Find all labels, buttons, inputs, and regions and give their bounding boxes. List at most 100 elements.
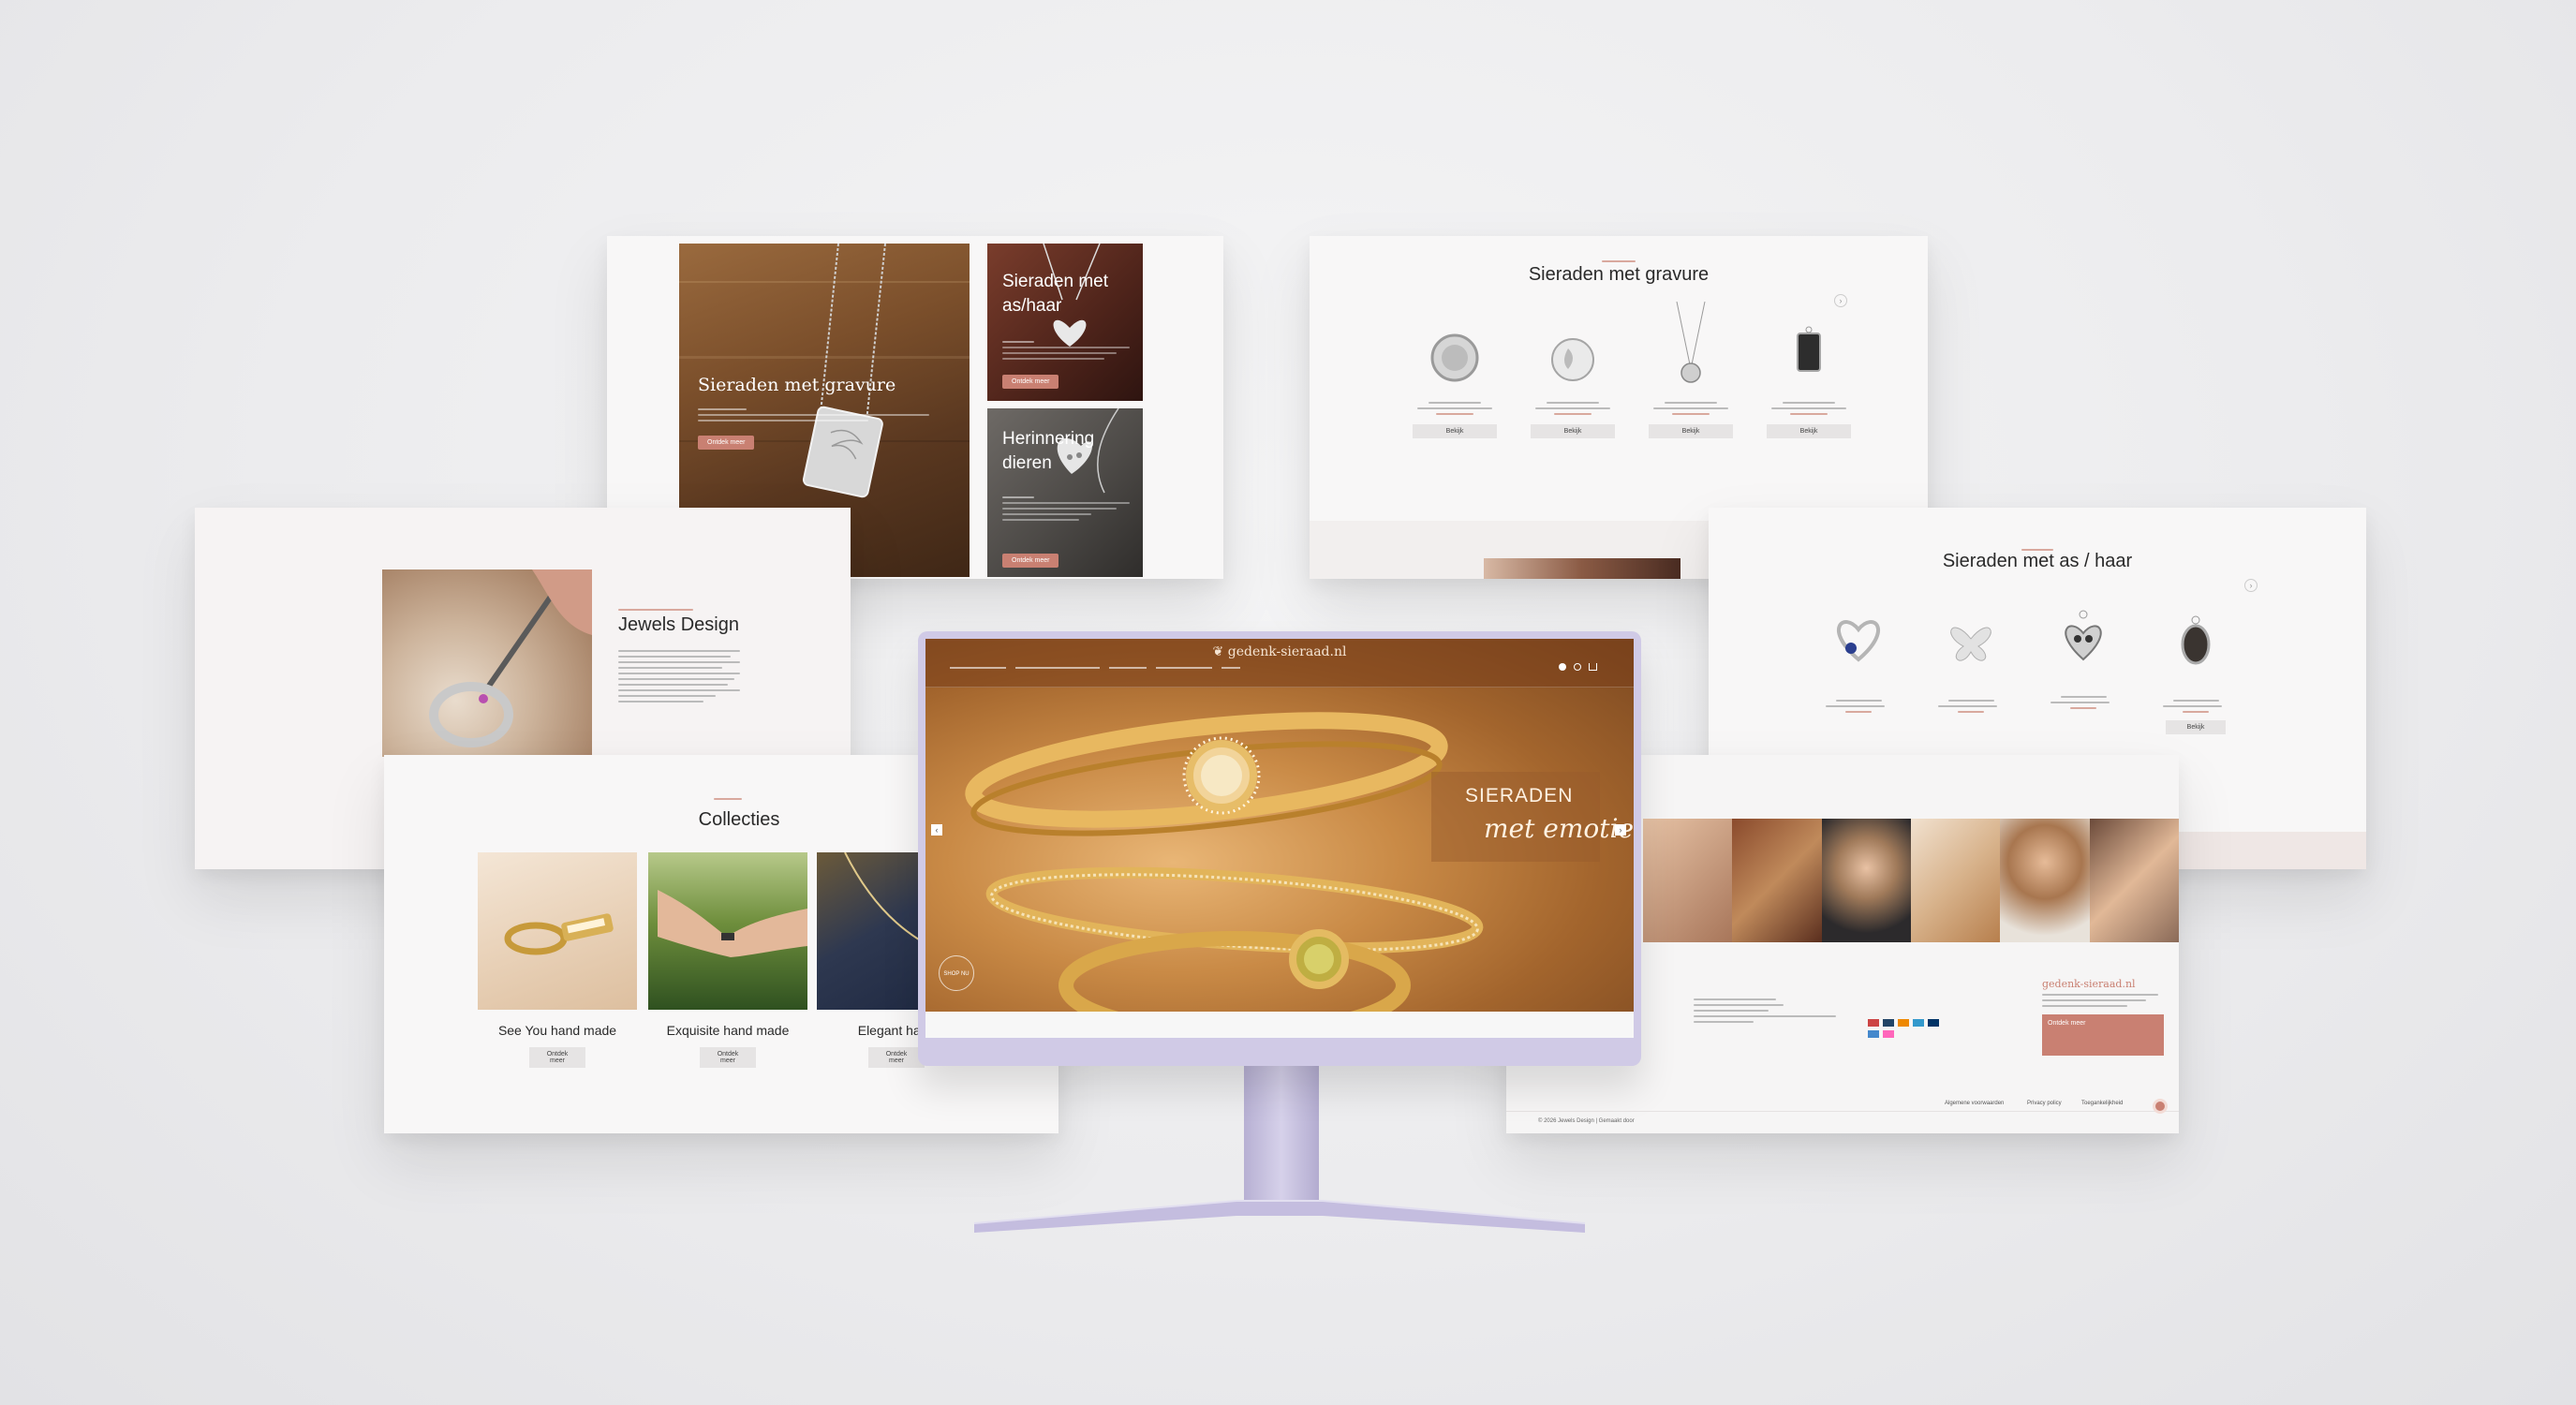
klarna-icon bbox=[1883, 1030, 1894, 1038]
site-logo[interactable]: ❦ gedenk-sieraad.nl bbox=[925, 644, 1634, 659]
product-view-button[interactable]: Bekijk bbox=[2166, 720, 2226, 734]
bancontact-icon bbox=[1913, 1019, 1924, 1027]
nav-item[interactable] bbox=[1156, 667, 1212, 669]
carousel-arrow-icon[interactable]: › bbox=[2244, 579, 2258, 592]
instagram-strip bbox=[1643, 819, 2179, 942]
section-title: Collecties bbox=[698, 809, 780, 830]
paw-heart-pendant-icon bbox=[2065, 610, 2102, 661]
mastercard-icon bbox=[1898, 1019, 1909, 1027]
site-header-overlay: ❦ gedenk-sieraad.nl bbox=[925, 639, 1634, 688]
below-hero-strip bbox=[925, 1012, 1634, 1038]
gold-rings-icon bbox=[504, 913, 614, 955]
category-tile-title: Herinnering dieren bbox=[1002, 429, 1095, 473]
category-tile-dieren[interactable]: Herinnering dieren Ontdek meer bbox=[987, 408, 1143, 577]
category-tile-as-haar[interactable]: Sieraden met as/haar Ontdek meer bbox=[987, 244, 1143, 401]
visa-icon bbox=[1883, 1019, 1894, 1027]
collection-card[interactable]: Exquisite hand made Ontdek meer bbox=[648, 852, 807, 1068]
rect-pendant-icon bbox=[1797, 326, 1821, 372]
main-nav bbox=[950, 667, 1250, 669]
category-tile-title: Sieraden met as/haar bbox=[1002, 272, 1109, 316]
section-title: Sieraden met as / haar bbox=[1942, 551, 2133, 571]
section-title: Sieraden met gravure bbox=[1528, 264, 1710, 285]
eyebrow-line bbox=[618, 605, 693, 614]
search-icon[interactable] bbox=[1574, 663, 1581, 671]
category-tile-button[interactable]: Ontdek meer bbox=[1002, 554, 1059, 568]
insta-photo bbox=[1643, 819, 1733, 942]
nav-item[interactable] bbox=[1109, 667, 1147, 669]
collection-photo-hands bbox=[648, 852, 807, 1010]
account-icon[interactable] bbox=[1559, 663, 1566, 671]
product-card[interactable]: Bekijk bbox=[1521, 320, 1624, 451]
insta-photo bbox=[2000, 819, 2090, 942]
monitor-screen: ❦ gedenk-sieraad.nl bbox=[925, 639, 1634, 1038]
collection-button[interactable]: Ontdek meer bbox=[700, 1047, 756, 1068]
product-card[interactable] bbox=[2036, 598, 2130, 709]
category-tile-button[interactable]: Ontdek meer bbox=[698, 436, 755, 450]
footer-link-accessibility[interactable]: Toegankelijkheid bbox=[2081, 1101, 2123, 1106]
monitor: ❦ gedenk-sieraad.nl bbox=[918, 631, 1641, 1238]
footer-link-terms[interactable]: Algemene voorwaarden bbox=[1945, 1101, 2004, 1106]
cart-icon[interactable] bbox=[1589, 663, 1597, 671]
product-view-button[interactable]: Bekijk bbox=[1767, 424, 1851, 438]
product-card[interactable]: Bekijk bbox=[1403, 320, 1506, 451]
product-view-button[interactable]: Bekijk bbox=[1413, 424, 1497, 438]
ring-engraving-icon bbox=[429, 569, 592, 747]
amex-icon bbox=[1868, 1030, 1879, 1038]
product-view-button[interactable]: Bekijk bbox=[1531, 424, 1615, 438]
hero-shop-button[interactable]: SHOP NU bbox=[939, 955, 974, 991]
paypal-icon bbox=[1928, 1019, 1939, 1027]
nav-item[interactable] bbox=[1221, 667, 1240, 669]
product-card[interactable] bbox=[1924, 601, 2018, 713]
collection-button[interactable]: Ontdek meer bbox=[529, 1047, 585, 1068]
product-card[interactable]: Bekijk bbox=[2149, 601, 2243, 734]
collection-label: See You hand made bbox=[497, 1023, 617, 1038]
monitor-stand-base bbox=[973, 1200, 1586, 1233]
category-tile-text bbox=[1002, 337, 1130, 363]
body-text bbox=[618, 646, 740, 706]
category-tile-button[interactable]: Ontdek meer bbox=[1002, 375, 1059, 389]
footer-logo: gedenk-sieraad.nl bbox=[2042, 978, 2136, 990]
insta-photo bbox=[1910, 819, 2001, 942]
chat-bubble-icon[interactable] bbox=[2153, 1099, 2168, 1114]
holding-hands-icon bbox=[658, 890, 807, 957]
category-tile-text bbox=[698, 405, 941, 425]
footer-cta-box[interactable]: Ontdek meer bbox=[2042, 1014, 2164, 1056]
round-pendant-icon bbox=[1551, 338, 1594, 381]
heart-pendant-icon bbox=[1837, 620, 1880, 662]
collection-photo-rings bbox=[478, 852, 637, 1010]
slider-prev-arrow[interactable]: ‹ bbox=[931, 824, 942, 836]
product-card[interactable] bbox=[1812, 601, 1905, 713]
footer-brand-block: gedenk-sieraad.nl Ontdek meer bbox=[2042, 978, 2164, 1056]
oval-pendant-icon bbox=[2181, 615, 2211, 665]
ideal-icon bbox=[1868, 1019, 1879, 1027]
nav-item[interactable] bbox=[950, 667, 1006, 669]
slider-next-arrow[interactable]: › bbox=[1615, 824, 1626, 836]
footer-cta-text: Ontdek meer bbox=[2048, 1020, 2086, 1027]
hero-line1: SIERADEN bbox=[1465, 785, 1574, 806]
footer-contact bbox=[1694, 995, 1843, 1027]
category-tile-title: Sieraden met gravure bbox=[698, 375, 896, 395]
hero-line2: met emotie bbox=[1484, 813, 1634, 844]
product-view-button[interactable]: Bekijk bbox=[1649, 424, 1733, 438]
payment-icons bbox=[1868, 1019, 1952, 1038]
carousel-arrow-icon[interactable]: › bbox=[1834, 294, 1847, 307]
section-eyebrow bbox=[714, 794, 742, 804]
insta-photo bbox=[1821, 819, 1911, 942]
insta-photo bbox=[2089, 819, 2179, 942]
collection-button[interactable]: Ontdek meer bbox=[868, 1047, 925, 1068]
product-card[interactable]: Bekijk bbox=[1639, 301, 1742, 451]
insta-photo bbox=[1732, 819, 1822, 942]
nav-item[interactable] bbox=[1015, 667, 1100, 669]
hero-text-box: SIERADEN met emotie bbox=[1431, 772, 1634, 862]
section-title: Jewels Design bbox=[618, 614, 739, 635]
coin-pendant-icon bbox=[1430, 333, 1479, 382]
monitor-frame: ❦ gedenk-sieraad.nl bbox=[918, 631, 1641, 1066]
promo-photo-thumb bbox=[1484, 558, 1680, 579]
collection-card[interactable]: See You hand made Ontdek meer bbox=[478, 852, 637, 1068]
footer-link-privacy[interactable]: Privacy policy bbox=[2027, 1101, 2062, 1106]
drop-necklace-icon bbox=[1676, 301, 1706, 383]
engraving-photo bbox=[382, 569, 592, 757]
logo-mark-icon: ❦ bbox=[1212, 644, 1228, 659]
product-card[interactable]: Bekijk bbox=[1757, 320, 1860, 451]
butterfly-pendant-icon bbox=[1950, 627, 1991, 661]
